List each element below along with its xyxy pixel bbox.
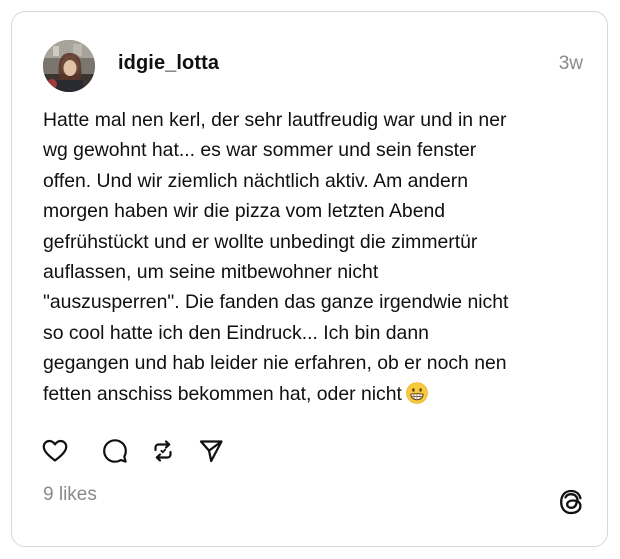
- post-text-line: morgen haben wir die pizza vom letzten A…: [43, 200, 446, 223]
- post-body: Hatte mal nen kerl, der sehr lautfreudig…: [43, 105, 588, 409]
- post-text-line: gefrühstückt und er wollte unbedingt die…: [43, 230, 478, 253]
- post-text-line-last: fetten anschiss bekommen hat, oder nicht: [43, 379, 588, 409]
- post-text-line: so cool hatte ich den Eindruck... Ich bi…: [43, 321, 429, 344]
- comment-bubble-icon[interactable]: [101, 437, 129, 465]
- post-text-line: wg gewohnt hat... es war sommer und sein…: [43, 139, 477, 162]
- heart-icon[interactable]: [41, 437, 69, 465]
- post-text-line: offen. Und wir ziemlich nächtlich aktiv.…: [43, 169, 468, 192]
- avatar[interactable]: [43, 40, 95, 92]
- username[interactable]: idgie_lotta: [118, 52, 219, 75]
- post-card: idgie_lotta 3w Hatte mal nen kerl, der s…: [11, 11, 608, 547]
- send-icon[interactable]: [197, 437, 225, 465]
- post-text-line: auflassen, um seine mitbewohner nicht: [43, 261, 379, 284]
- post-text-line: fetten anschiss bekommen hat, oder nicht: [43, 382, 402, 405]
- post-timestamp: 3w: [558, 53, 583, 74]
- grinning-face-emoji-icon: [406, 381, 428, 404]
- threads-logo-icon: [559, 489, 583, 515]
- likes-count[interactable]: 9 likes: [43, 484, 97, 506]
- repost-icon[interactable]: [149, 437, 177, 465]
- post-text-line: "auszusperren". Die fanden das ganze irg…: [43, 291, 509, 314]
- post-text-line: Hatte mal nen kerl, der sehr lautfreudig…: [43, 109, 507, 131]
- post-text-line: gegangen und hab leider nie erfahren, ob…: [43, 352, 507, 375]
